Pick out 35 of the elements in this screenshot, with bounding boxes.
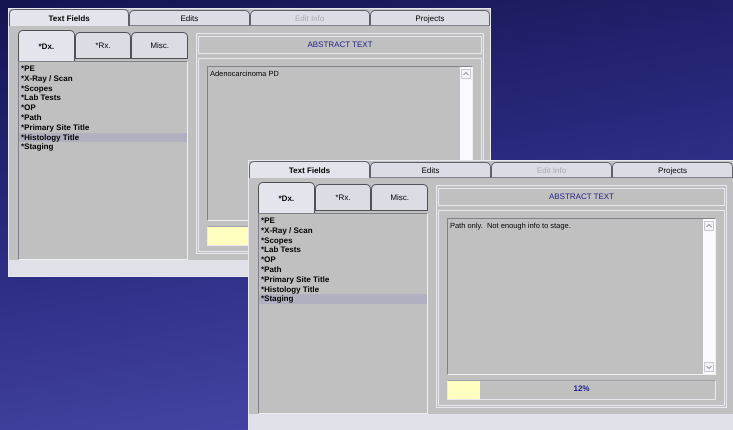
list-item[interactable]: *OP [19, 103, 187, 113]
list-item[interactable]: *Path [19, 112, 187, 123]
list-item[interactable]: *Scopes [19, 84, 187, 94]
subtab[interactable]: Misc. [371, 184, 428, 211]
list-item[interactable]: *PE [19, 64, 187, 74]
list-item[interactable]: *Lab Tests [259, 245, 427, 256]
list-item[interactable]: *X-Ray / Scan [259, 226, 427, 236]
list-item[interactable]: *X-Ray / Scan [19, 74, 187, 84]
tab[interactable]: Text Fields [9, 9, 130, 26]
scroll-up-icon[interactable] [461, 69, 471, 79]
tab[interactable]: Text Fields [249, 161, 370, 178]
scroll-up-icon[interactable] [704, 221, 714, 231]
list-item[interactable]: *Scopes [259, 236, 427, 246]
list-item[interactable]: *Primary Site Title [19, 122, 187, 133]
tab[interactable]: Projects [370, 10, 490, 26]
subtab[interactable]: Misc. [131, 32, 188, 59]
tab[interactable]: Edits [129, 10, 250, 26]
list-item[interactable]: *OP [259, 255, 427, 265]
panel-header: ABSTRACT TEXT [438, 188, 725, 206]
subtab[interactable]: *Dx. [258, 182, 315, 213]
subtab[interactable]: *Dx. [18, 30, 75, 61]
list-item[interactable]: *Staging [259, 294, 427, 304]
list-item[interactable]: *Histology Title [19, 132, 187, 142]
list-item[interactable]: *Path [259, 264, 427, 275]
list-item[interactable]: *Histology Title [259, 284, 427, 294]
scroll-down-icon[interactable] [704, 362, 714, 372]
subtab[interactable]: *Rx. [314, 184, 372, 211]
tab[interactable]: Edits [370, 162, 491, 178]
list-item[interactable]: *Lab Tests [19, 93, 187, 104]
list-item[interactable]: *Primary Site Title [259, 274, 427, 285]
list-item[interactable]: *Staging [19, 142, 187, 152]
tab[interactable]: Projects [612, 162, 733, 178]
subtab[interactable]: *Rx. [74, 32, 132, 59]
panel-header: ABSTRACT TEXT [198, 36, 482, 54]
progress-reading: 12% [574, 384, 590, 393]
